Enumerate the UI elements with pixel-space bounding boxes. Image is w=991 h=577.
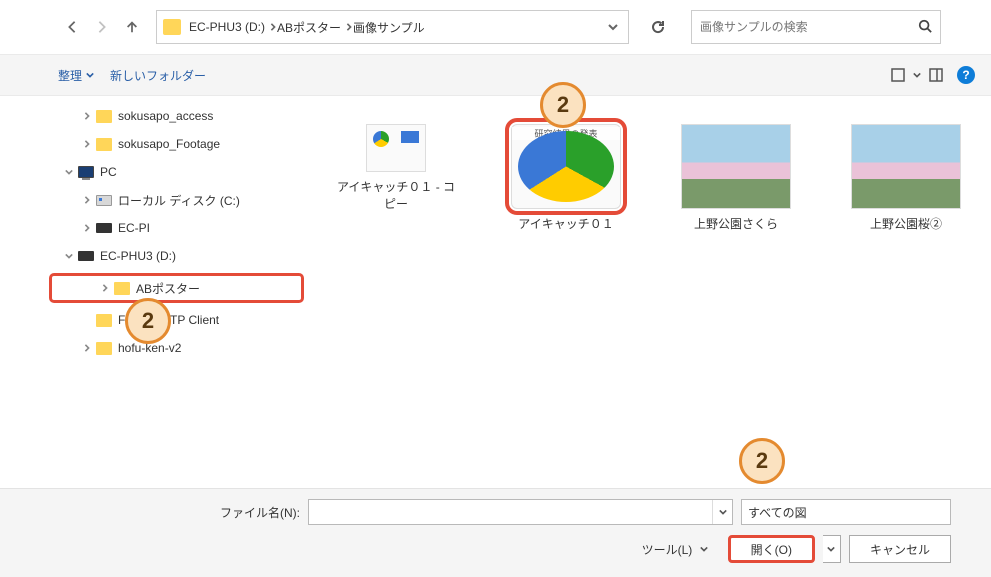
filter-label: すべての図	[748, 504, 807, 521]
address-dropdown[interactable]	[604, 18, 622, 36]
file-name-label: ファイル名(N):	[40, 504, 300, 521]
file-item[interactable]: アイキャッチ０１ - コピー	[331, 124, 461, 212]
cancel-label: キャンセル	[870, 541, 930, 558]
tree-item-label: sokusapo_Footage	[118, 137, 220, 151]
tree-item-label: EC-PI	[118, 221, 150, 235]
footer: ファイル名(N): すべての図 ツール(L) 開く(O) キャンセル	[0, 488, 991, 577]
folder-icon	[94, 342, 114, 355]
tree-item[interactable]: sokusapo_Footage	[0, 130, 311, 158]
search-input[interactable]	[700, 20, 918, 34]
usb-icon	[76, 251, 96, 261]
expand-icon[interactable]	[62, 168, 76, 176]
folder-icon	[94, 138, 114, 151]
file-item[interactable]: 上野公園桜②	[841, 124, 971, 232]
annotation-callout: 2	[540, 82, 586, 128]
file-label: 上野公園桜②	[870, 215, 942, 232]
open-button[interactable]: 開く(O)	[728, 535, 815, 563]
help-button[interactable]: ?	[953, 62, 979, 88]
tree-item[interactable]: PC	[0, 158, 311, 186]
folder-icon	[94, 110, 114, 123]
open-split-button[interactable]	[823, 535, 841, 563]
expand-icon[interactable]	[98, 284, 112, 292]
tree-item-label: sokusapo_access	[118, 109, 213, 123]
expand-icon[interactable]	[80, 224, 94, 232]
chevron-right-icon	[345, 20, 353, 34]
view-options-button[interactable]	[885, 62, 911, 88]
expand-icon[interactable]	[80, 344, 94, 352]
search-box[interactable]	[691, 10, 941, 44]
chevron-down-icon	[913, 68, 921, 82]
file-thumbnail: 研究結果の発表	[511, 124, 621, 209]
chevron-right-icon	[269, 20, 277, 34]
tree-item[interactable]: sokusapo_access	[0, 102, 311, 130]
file-grid: アイキャッチ０１ - コピー 研究結果の発表アイキャッチ０１ 上野公園さくら 上野公園…	[311, 96, 991, 488]
expand-icon[interactable]	[80, 112, 94, 120]
file-name-input[interactable]	[308, 499, 733, 525]
tree-item-label: ローカル ディスク (C:)	[118, 192, 240, 209]
search-icon	[918, 19, 932, 36]
up-button[interactable]	[120, 15, 144, 39]
tree-item-label: PC	[100, 165, 117, 179]
file-label: 上野公園さくら	[694, 215, 778, 232]
tree-item[interactable]: ローカル ディスク (C:)	[0, 186, 311, 214]
usb-icon	[94, 223, 114, 233]
organize-label: 整理	[58, 67, 82, 84]
new-folder-label: 新しいフォルダー	[110, 67, 206, 84]
breadcrumb-item[interactable]: 画像サンプル	[353, 19, 425, 36]
tree-item-label: EC-PHU3 (D:)	[100, 249, 176, 263]
preview-pane-button[interactable]	[923, 62, 949, 88]
pc-icon	[76, 166, 96, 178]
file-type-filter[interactable]: すべての図	[741, 499, 951, 525]
folder-icon	[112, 282, 132, 295]
tree-item[interactable]: ABポスター	[50, 274, 303, 302]
new-folder-button[interactable]: 新しいフォルダー	[102, 63, 214, 88]
file-thumbnail	[366, 124, 426, 172]
annotation-callout: 2	[739, 438, 785, 484]
file-label: アイキャッチ０１	[518, 215, 613, 232]
tools-menu[interactable]: ツール(L)	[642, 541, 708, 558]
cancel-button[interactable]: キャンセル	[849, 535, 951, 563]
file-name-dropdown[interactable]	[712, 500, 732, 524]
breadcrumb-item[interactable]: EC-PHU3 (D:)	[189, 20, 265, 34]
tree-item-label: ABポスター	[136, 280, 200, 297]
address-bar-row: EC-PHU3 (D:) ABポスター 画像サンプル	[0, 0, 991, 54]
expand-icon[interactable]	[80, 196, 94, 204]
thumb-caption: 研究結果の発表	[512, 127, 620, 140]
folder-icon	[163, 19, 181, 35]
toolbar: 整理 新しいフォルダー ?	[0, 54, 991, 96]
expand-icon[interactable]	[80, 140, 94, 148]
main-area: sokusapo_access sokusapo_FootagePCローカル ディ…	[0, 96, 991, 488]
file-thumbnail	[681, 124, 791, 209]
file-item[interactable]: 上野公園さくら	[671, 124, 801, 232]
open-label: 開く(O)	[751, 541, 792, 558]
file-item[interactable]: 研究結果の発表アイキャッチ０１	[501, 124, 631, 232]
address-bar[interactable]: EC-PHU3 (D:) ABポスター 画像サンプル	[156, 10, 629, 44]
forward-button[interactable]	[90, 15, 114, 39]
breadcrumb-item[interactable]: ABポスター	[277, 19, 341, 36]
file-thumbnail	[851, 124, 961, 209]
tree-item[interactable]: EC-PI	[0, 214, 311, 242]
organize-menu[interactable]: 整理	[50, 63, 102, 88]
tree-item[interactable]: EC-PHU3 (D:)	[0, 242, 311, 270]
back-button[interactable]	[60, 15, 84, 39]
expand-icon[interactable]	[62, 252, 76, 260]
disk-icon	[94, 195, 114, 206]
folder-icon	[94, 314, 114, 327]
refresh-button[interactable]	[645, 14, 671, 40]
file-label: アイキャッチ０１ - コピー	[331, 178, 461, 212]
tools-label: ツール(L)	[642, 541, 693, 558]
annotation-callout: 2	[125, 298, 171, 344]
nav-tree: sokusapo_access sokusapo_FootagePCローカル ディ…	[0, 96, 311, 488]
